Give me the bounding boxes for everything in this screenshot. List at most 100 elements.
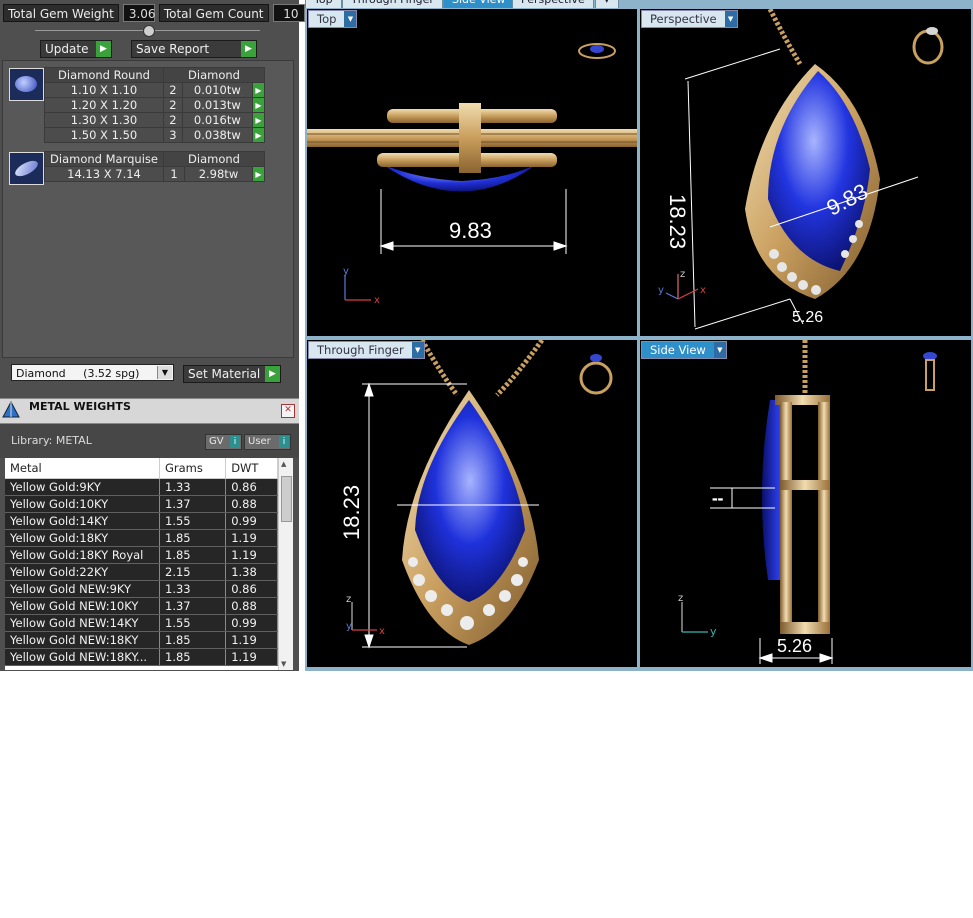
- chevron-down-icon[interactable]: ▼: [713, 342, 726, 358]
- gem-qty: 2: [163, 82, 183, 98]
- axis-y-label: y: [346, 621, 352, 632]
- column-header-metal[interactable]: Metal: [5, 458, 160, 479]
- scale-icon: [2, 401, 20, 418]
- axis-x-label: x: [700, 285, 706, 296]
- gem-row[interactable]: 1.10 X 1.10 2 0.010tw ▶: [44, 82, 265, 98]
- cell-metal: Yellow Gold:22KY: [5, 563, 160, 581]
- dimension-height: 18.23: [339, 484, 364, 540]
- table-row[interactable]: Yellow Gold NEW:9KY 1.33 0.86: [5, 580, 278, 598]
- info-icon: i: [230, 436, 240, 448]
- total-gem-count-value: 10: [272, 4, 305, 22]
- cell-dwt: 1.19: [225, 546, 278, 564]
- play-icon: ▶: [241, 41, 256, 57]
- table-row[interactable]: Yellow Gold:10KY 1.37 0.88: [5, 495, 278, 513]
- close-icon[interactable]: ✕: [281, 404, 295, 418]
- viewport-top-label[interactable]: Top ▼: [308, 10, 358, 28]
- update-button-label: Update: [45, 42, 89, 56]
- cell-dwt: 1.38: [225, 563, 278, 581]
- view-tabs: Top Through Finger Side View Perspective…: [305, 0, 973, 8]
- chevron-down-icon[interactable]: ▼: [344, 11, 357, 27]
- table-row[interactable]: Yellow Gold:18KY 1.85 1.19: [5, 529, 278, 547]
- material-select[interactable]: Diamond (3.52 spg) ▼: [11, 364, 174, 381]
- gem-stats-bar: Total Gem Weight 3.06 Total Gem Count 10: [3, 4, 305, 22]
- gem-row[interactable]: 1.20 X 1.20 2 0.013tw ▶: [44, 97, 265, 113]
- cell-dwt: 0.88: [225, 495, 278, 513]
- diamond-marquise-thumbnail[interactable]: [9, 152, 44, 185]
- cell-grams: 1.33: [159, 478, 227, 496]
- gem-weight: 0.010tw: [181, 82, 254, 98]
- table-row[interactable]: Yellow Gold NEW:18KY 1.85 1.19: [5, 631, 278, 649]
- tab-more[interactable]: ▾: [595, 0, 619, 8]
- play-icon[interactable]: ▶: [252, 166, 265, 182]
- column-header-grams[interactable]: Grams: [159, 458, 227, 479]
- table-row[interactable]: Yellow Gold:9KY 1.33 0.86: [5, 478, 278, 496]
- scroll-up-icon[interactable]: ▲: [281, 460, 286, 468]
- gem-row[interactable]: 1.30 X 1.30 2 0.016tw ▶: [44, 112, 265, 128]
- cell-dwt: 0.99: [225, 614, 278, 632]
- dimension-height: 18.23: [665, 194, 690, 250]
- cell-metal: Yellow Gold NEW:14KY: [5, 614, 160, 632]
- cell-dwt: 1.19: [225, 648, 278, 666]
- cell-grams: 1.85: [159, 546, 227, 564]
- cell-dwt: 0.86: [225, 580, 278, 598]
- viewport-side-view-label[interactable]: Side View ▼: [641, 341, 727, 359]
- play-icon[interactable]: ▶: [252, 97, 265, 113]
- axis-z-label: z: [680, 269, 685, 280]
- viewport-through-finger[interactable]: z y x Through Finger ▼ 18.23: [307, 340, 637, 667]
- diamond-round-table: Diamond Round Diamond 1.10 X 1.10 2 0.01…: [44, 67, 265, 143]
- scrollbar-thumb[interactable]: [281, 476, 292, 522]
- update-button[interactable]: Update ▶: [40, 40, 112, 58]
- viewport-perspective[interactable]: z x y Perspective ▼ 18.23 9.83 5.26: [640, 9, 971, 336]
- scroll-down-icon[interactable]: ▼: [281, 660, 286, 668]
- info-icon: i: [279, 436, 289, 448]
- diamond-round-thumbnail[interactable]: [9, 68, 44, 101]
- set-material-button[interactable]: Set Material ▶: [183, 365, 281, 383]
- chevron-down-icon[interactable]: ▼: [157, 366, 172, 379]
- cell-metal: Yellow Gold NEW:9KY: [5, 580, 160, 598]
- viewport-top[interactable]: y x Top ▼ 9.83: [307, 9, 637, 336]
- axis-z-label: z: [346, 594, 351, 605]
- tab-perspective[interactable]: Perspective: [512, 0, 594, 8]
- chevron-down-icon[interactable]: ▼: [724, 11, 737, 27]
- tab-side-view[interactable]: Side View: [443, 0, 515, 8]
- table-row[interactable]: Yellow Gold NEW:10KY 1.37 0.88: [5, 597, 278, 615]
- slider-knob[interactable]: [143, 25, 155, 37]
- cell-dwt: 1.19: [225, 529, 278, 547]
- gem-row[interactable]: 1.50 X 1.50 3 0.038tw ▶: [44, 127, 265, 143]
- tab-top[interactable]: Top: [305, 0, 342, 8]
- cell-grams: 1.85: [159, 631, 227, 649]
- total-gem-weight-value: 3.06: [122, 4, 156, 22]
- set-material-button-label: Set Material: [188, 367, 261, 381]
- table-row[interactable]: Yellow Gold NEW:14KY 1.55 0.99: [5, 614, 278, 632]
- gem-qty: 2: [163, 112, 183, 128]
- save-report-button[interactable]: Save Report ▶: [131, 40, 257, 58]
- column-header-dwt[interactable]: DWT: [225, 458, 278, 479]
- viewport-side-view[interactable]: ▬▬ z y Side View ▼ 5.26: [640, 340, 971, 667]
- metal-table-scrollbar[interactable]: ▲ ▼: [278, 458, 293, 670]
- gv-toggle[interactable]: GV i: [205, 434, 242, 450]
- viewport-through-finger-label[interactable]: Through Finger ▼: [308, 341, 425, 359]
- table-row[interactable]: Yellow Gold NEW:18KY... 1.85 1.19: [5, 648, 278, 666]
- table-row[interactable]: Yellow Gold:18KY Royal 1.85 1.19: [5, 546, 278, 564]
- gem-row[interactable]: 14.13 X 7.14 1 2.98tw ▶: [44, 166, 265, 182]
- tab-through-finger[interactable]: Through Finger: [342, 0, 443, 8]
- gem-weight: 0.038tw: [181, 127, 254, 143]
- axis-y-label: y: [710, 625, 717, 638]
- gem-size: 1.10 X 1.10: [44, 82, 164, 98]
- table-row[interactable]: Yellow Gold:14KY 1.55 0.99: [5, 512, 278, 530]
- cell-grams: 1.85: [159, 648, 227, 666]
- cell-grams: 1.37: [159, 495, 227, 513]
- panel-size-slider[interactable]: [35, 25, 260, 37]
- table-row[interactable]: Yellow Gold:22KY 2.15 1.38: [5, 563, 278, 581]
- viewport-area: Top Through Finger Side View Perspective…: [305, 0, 973, 671]
- metal-weights-table-container: Metal Grams DWT Yellow Gold:9KY 1.33 0.86 Y…: [5, 458, 293, 670]
- play-icon[interactable]: ▶: [252, 112, 265, 128]
- cell-metal: Yellow Gold:10KY: [5, 495, 160, 513]
- play-icon[interactable]: ▶: [252, 127, 265, 143]
- user-toggle[interactable]: User i: [244, 434, 291, 450]
- viewport-perspective-label[interactable]: Perspective ▼: [641, 10, 738, 28]
- chevron-down-icon[interactable]: ▼: [411, 342, 424, 358]
- play-icon[interactable]: ▶: [252, 82, 265, 98]
- viewport-label-text: Top: [317, 12, 337, 26]
- gem-weight: 0.016tw: [181, 112, 254, 128]
